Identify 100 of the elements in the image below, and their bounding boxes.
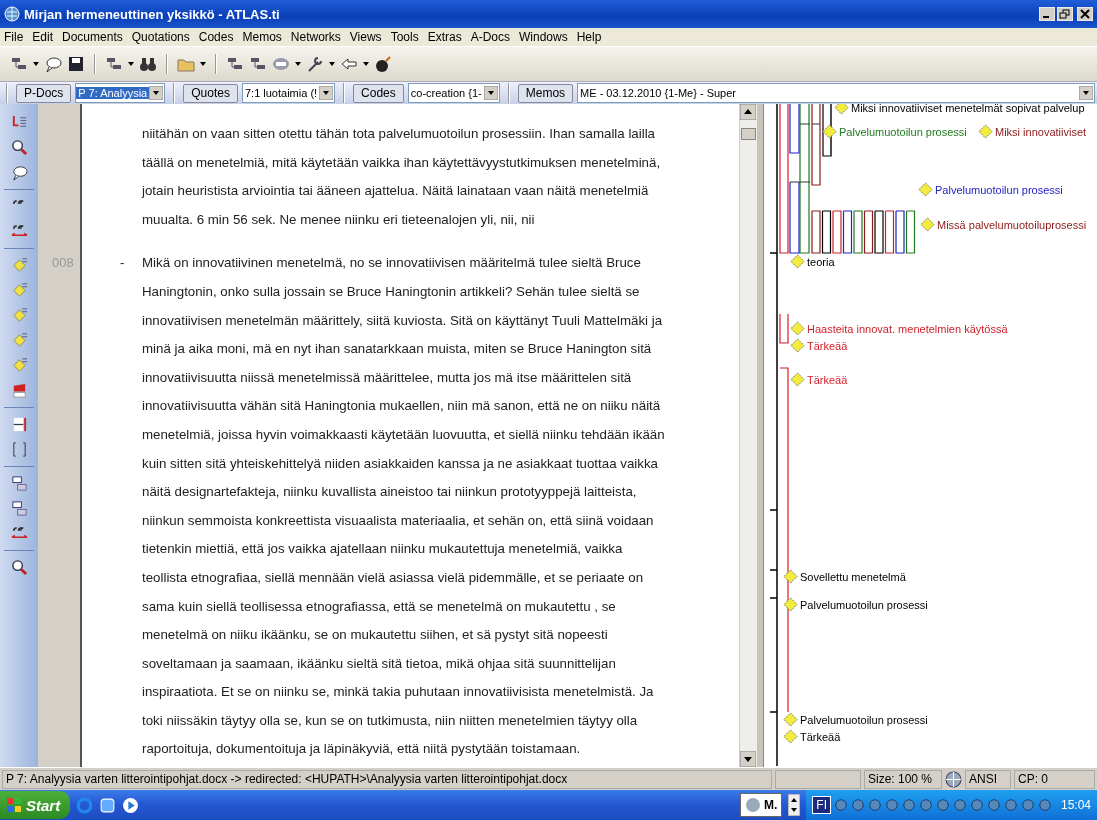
menu-item[interactable]: Views (349, 30, 382, 44)
text-line: näitä designartefakteja, niinku kuvallista aineistoo tai niinkun prototyyppejä laitteista, (142, 483, 638, 502)
menu-item[interactable]: Edit (32, 30, 54, 44)
menu-item[interactable]: Quotations (131, 30, 190, 44)
menu-item[interactable]: Windows (519, 30, 568, 44)
zoom-in-icon[interactable] (10, 559, 28, 576)
zoom-size: Size: 100 % (864, 769, 942, 789)
code-label[interactable]: Palvelumuotoilun prosessi (800, 598, 928, 611)
wrench-icon[interactable] (306, 55, 324, 73)
code-label[interactable]: Palvelumuotoilun prosessi (839, 125, 967, 138)
text-line: menetelmiä, joissa hyvin voimakkaasti käytetään luovuutta, et siellä niinku tehdään ikään (142, 425, 665, 444)
language-indicator[interactable]: FI (812, 796, 831, 814)
binoculars-icon[interactable] (139, 55, 157, 73)
diamond-list-icon[interactable] (10, 257, 28, 274)
text-line: minä ja aika moni, mä en nyt ihan sanatarkkaan muista, miten se Bruce Hanington sitä (142, 340, 653, 359)
box-down-icon[interactable] (10, 475, 28, 492)
menu-item[interactable]: File (4, 30, 24, 44)
flag-icon[interactable] (10, 382, 28, 399)
speech-bubble-icon[interactable] (44, 55, 62, 73)
text-line: täällä on menetelmiä, mitä käytetään vaikka ihan käytettävyystutkimuksen menetelminä, (142, 153, 661, 172)
text-line: inspiraatiota. Et se on niinku se, minkä takia puhutaan innovatiivisista menetelmistä. Ja (142, 683, 655, 702)
text-line: muualta. 6 min 56 sek. Ne menee niinku eri tieteenalojen yli, nii, nii (142, 210, 536, 229)
bomb-icon[interactable] (374, 55, 392, 73)
code-page-text: CP: 0 (1014, 769, 1095, 789)
desktop-icon[interactable] (99, 796, 117, 814)
code-label[interactable]: Miksi innovatiiviset menetelmät sopivat palvelup (851, 104, 1085, 114)
back-arrow-icon[interactable] (340, 55, 358, 73)
caret-icon[interactable] (33, 62, 39, 66)
diamond-down-icon[interactable] (10, 282, 28, 299)
object-button[interactable]: Quotes (183, 83, 238, 103)
scroll-thumb[interactable] (741, 128, 756, 140)
diamond-gear-icon[interactable] (10, 357, 28, 374)
minimize-icon[interactable] (1039, 7, 1055, 21)
code-label[interactable]: Haasteita innovat. menetelmien käytössä (807, 322, 1008, 335)
object-button[interactable]: Codes (353, 83, 404, 103)
object-button[interactable]: Memos (517, 83, 574, 103)
restore-icon[interactable] (1057, 7, 1073, 21)
menu-item[interactable]: Help (576, 30, 602, 44)
code-icon[interactable] (822, 124, 837, 139)
text-line: innovatiivisen menetelmän määrittely, siitä kuviosta. Sitä on käyttänyt Tuuli Mattelmäki ja (142, 311, 664, 330)
text-line: menetelmä on niiku ikäänku, se on mukautettu siihen, et sä pystyt sitä nopeesti (142, 626, 609, 645)
start-button[interactable]: Start (0, 791, 71, 819)
menu-item[interactable]: Codes (198, 30, 234, 44)
code-label[interactable]: Miksi innovatiiviset (995, 125, 1087, 138)
code-label[interactable]: Palvelumuotoilun prosessi (935, 183, 1063, 196)
code-label[interactable]: Tärkeää (807, 339, 848, 352)
dropdown-arrow-icon[interactable] (319, 86, 334, 100)
close-icon[interactable] (1077, 7, 1093, 21)
box-up-icon[interactable] (10, 500, 28, 517)
code-label[interactable]: Missä palvelumuotoiluprosessi (937, 218, 1087, 231)
save-icon[interactable] (67, 55, 85, 73)
bracket-icon[interactable] (10, 441, 28, 458)
object-dropdown[interactable]: P 7: Analyysia (75, 83, 166, 103)
caret-icon[interactable] (128, 62, 134, 66)
diamond-arrows-icon[interactable] (10, 332, 28, 349)
text-line: jotain heuristista arviointia tai ääneen ajattelua. Näitä lainataan vaan näitä menetelmiä (142, 182, 650, 201)
menu-item[interactable]: Networks (290, 30, 341, 44)
caret-icon[interactable] (295, 62, 301, 66)
code-label[interactable]: Tärkeää (800, 730, 841, 743)
code-label[interactable]: Tärkeää (807, 373, 848, 386)
menu-item[interactable]: Tools (390, 30, 419, 44)
scrollbar[interactable] (739, 104, 757, 767)
search-icon[interactable] (10, 139, 28, 156)
speech-bubble-icon[interactable] (10, 164, 28, 181)
code-label[interactable]: teoria (807, 255, 835, 268)
menu-item[interactable]: A-Docs (470, 30, 510, 44)
object-dropdown[interactable]: ME - 03.12.2010 {1-Me} - Super (577, 83, 1095, 103)
dropdown-arrow-icon[interactable] (483, 86, 498, 100)
scroll-down-icon[interactable] (740, 751, 756, 767)
text-line: Haningtonin, onko sulla jossain se Bruce Haningtonin artikkeli? Sehän tulee sieltä se (142, 282, 641, 301)
diamond-lines-icon[interactable] (10, 307, 28, 324)
text-line: Mikä on innovatiivinen menetelmä, no se innovatiivisen määritelmä tulee sieltä Bruce (142, 254, 642, 273)
text-line: sama kuin siellä teollisessa etnografiassa, että se menetelmä on mukautettu , se (142, 597, 617, 616)
dropdown-arrow-icon[interactable] (149, 86, 164, 100)
dropdown-arrow-icon[interactable] (1079, 86, 1093, 100)
object-dropdown[interactable]: co-creation {1- (407, 83, 500, 103)
windows-flag-icon (6, 797, 22, 813)
menu-item[interactable]: Documents (62, 30, 123, 44)
bullet: - (120, 255, 125, 271)
code-label[interactable]: Palvelumuotoilun prosessi (800, 713, 928, 726)
caret-icon[interactable] (363, 62, 369, 66)
text-line: soveltamaan ja saamaan, ikäänku sieltä sitä tietoa, mikä ohjaa sitä suunnittelijan (142, 654, 617, 673)
menu-item[interactable]: Extras (427, 30, 462, 44)
text-line: toki niissäkin täytyy olla se, kun se on tutkimusta, niin niitten menetelmien täytyy olla (142, 711, 639, 730)
object-button[interactable]: P-Docs (16, 83, 72, 103)
caret-icon[interactable] (200, 62, 206, 66)
text-line: raportoituja, dokumentoituja ja läpinäkyviä, että niitä pystytään toistamaan. (142, 740, 582, 759)
code-label[interactable]: Sovellettu menetelmä (800, 570, 906, 583)
text-line: innovatiivisuutta vähän sitä Haningtonia mukaellen, niin mä sanon, että ne on niiku näitä (142, 397, 662, 416)
window-title: Mirjan hermeneuttinen yksikkö - ATLAS.ti (24, 6, 281, 22)
media-player-icon[interactable] (122, 796, 140, 814)
tray-app-button[interactable]: M. (739, 793, 783, 817)
caret-icon[interactable] (329, 62, 335, 66)
menu-item[interactable]: Memos (242, 30, 282, 44)
object-dropdown[interactable]: 7:1 luotaimia (! (241, 83, 336, 103)
xml-icon[interactable] (272, 55, 290, 73)
text-line: innovatiivisuutta niissä menetelmissä määrittelee, mutta jos mä itse määrittelen sitä (142, 368, 633, 387)
spinner-icon[interactable] (788, 794, 801, 816)
scroll-up-icon[interactable] (740, 104, 756, 120)
globe-icon (4, 6, 20, 22)
